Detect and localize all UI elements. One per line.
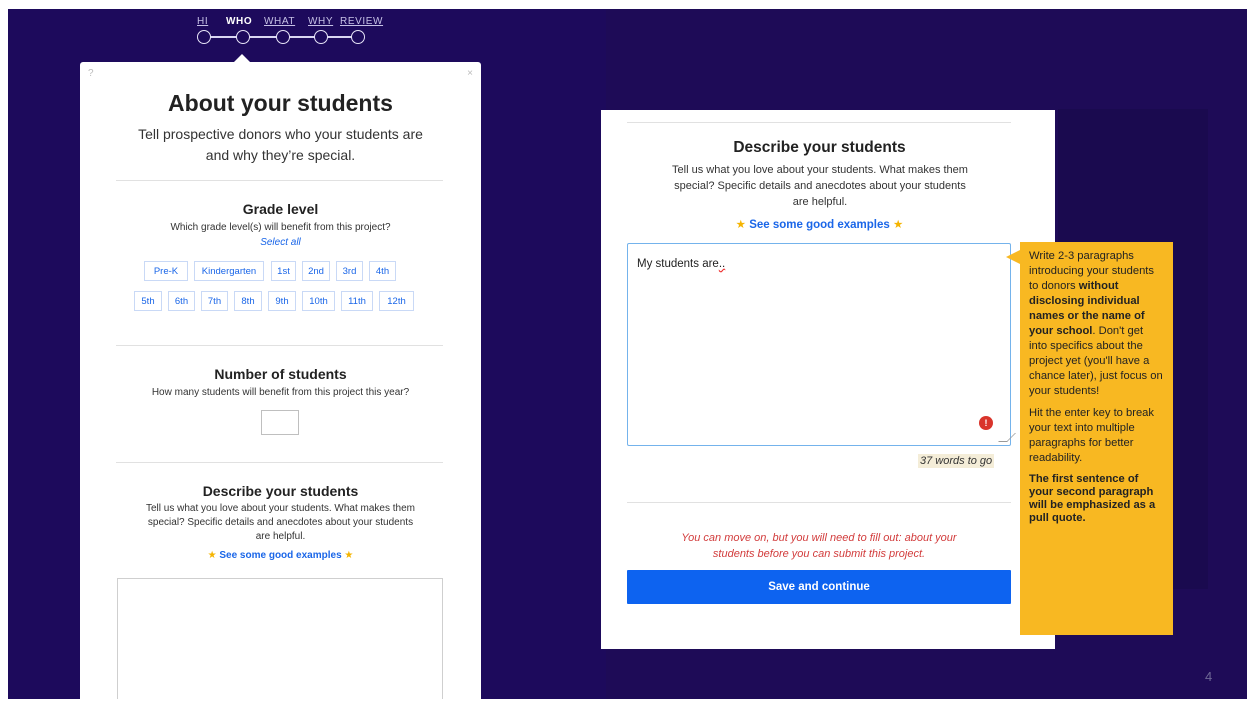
page-title: About your students	[168, 90, 393, 116]
help-line: Tell us what you love about your student…	[672, 164, 968, 176]
grade-chip-6th[interactable]: 6th	[168, 291, 195, 311]
describe-students-title: Describe your students	[733, 139, 906, 156]
help-line: Tell us what you love about your student…	[145, 503, 416, 514]
describe-students-help: Tell us what you love about your student…	[110, 502, 451, 544]
step-why[interactable]: WHY	[308, 16, 333, 27]
tip-paragraph: The first sentence of your second paragr…	[1029, 473, 1156, 524]
help-icon[interactable]: ?	[88, 68, 94, 79]
help-line: are helpful.	[255, 531, 306, 542]
grade-chip-10th[interactable]: 10th	[302, 291, 335, 311]
subtitle-line: and why they’re special.	[205, 147, 356, 163]
number-of-students-input[interactable]	[261, 410, 299, 435]
star-icon: ★	[207, 550, 217, 561]
step-dot-review[interactable]	[351, 30, 365, 44]
section-divider	[116, 180, 443, 181]
grade-chip-2nd[interactable]: 2nd	[302, 261, 330, 281]
see-examples-label[interactable]: See some good examples	[749, 219, 890, 231]
grade-chip-9th[interactable]: 9th	[268, 291, 296, 311]
step-who[interactable]: WHO	[226, 16, 252, 27]
help-line: are helpful.	[792, 196, 848, 208]
see-examples-link[interactable]: ★ See some good examples ★	[80, 550, 481, 561]
grade-chip-8th[interactable]: 8th	[234, 291, 262, 311]
grade-chip-3rd[interactable]: 3rd	[336, 261, 363, 281]
page-subtitle: Tell prospective donors who your student…	[108, 124, 453, 166]
warning-line: You can move on, but you will need to fi…	[681, 532, 957, 544]
slide-page-number: 4	[1205, 669, 1213, 684]
number-of-students-help: How many students will benefit from this…	[151, 387, 410, 398]
about-students-modal: ? × About your students Tell prospective…	[80, 62, 481, 699]
grade-chip-1st[interactable]: 1st	[271, 261, 296, 281]
help-line: special? Specific details and anecdotes …	[674, 180, 966, 192]
section-divider	[116, 345, 443, 346]
validation-warning: You can move on, but you will need to fi…	[627, 530, 1011, 562]
grade-chip-kindergarten[interactable]: Kindergarten	[194, 261, 264, 281]
see-examples-label[interactable]: See some good examples	[219, 550, 341, 561]
grade-level-help: Which grade level(s) will benefit from t…	[170, 222, 391, 233]
step-dot-what[interactable]	[276, 30, 290, 44]
step-dot-who[interactable]	[236, 30, 250, 44]
describe-students-textarea[interactable]	[117, 578, 443, 699]
warning-line: students before you can submit this proj…	[712, 548, 926, 560]
describe-students-modal: Describe your students Tell us what you …	[601, 110, 1055, 649]
step-review[interactable]: REVIEW	[340, 16, 383, 27]
tip-paragraph: Hit the enter key to break your text int…	[1029, 407, 1154, 464]
spellcheck-underline-text: ..	[718, 258, 726, 270]
grade-chip-12th[interactable]: 12th	[379, 291, 414, 311]
help-line: special? Specific details and anecdotes …	[147, 517, 414, 528]
section-divider	[627, 502, 1011, 503]
grade-chip-pre-k[interactable]: Pre-K	[144, 261, 188, 281]
describe-students-help: Tell us what you love about your student…	[621, 162, 1019, 210]
see-examples-link[interactable]: ★ See some good examples ★	[601, 217, 1038, 231]
grade-chip-4th[interactable]: 4th	[369, 261, 396, 281]
textarea-content: My students are..	[637, 258, 725, 270]
save-and-continue-button[interactable]: Save and continue	[627, 570, 1011, 604]
subtitle-line: Tell prospective donors who your student…	[138, 126, 423, 142]
error-icon: !	[979, 416, 993, 430]
word-counter: 37 words to go	[918, 454, 995, 468]
star-icon: ★	[344, 550, 354, 561]
step-hi[interactable]: HI	[197, 16, 208, 27]
writing-tips-tooltip: Write 2-3 paragraphs introducing your st…	[1020, 242, 1173, 635]
step-dot-hi[interactable]	[197, 30, 211, 44]
textarea-text: My students are	[637, 258, 719, 270]
star-icon: ★	[893, 219, 904, 231]
close-icon[interactable]: ×	[467, 68, 473, 79]
grade-chip-11th[interactable]: 11th	[341, 291, 373, 311]
progress-stepper: HI WHO WHAT WHY REVIEW	[194, 12, 394, 52]
number-of-students-title: Number of students	[214, 366, 347, 382]
step-what[interactable]: WHAT	[264, 16, 295, 27]
describe-students-title: Describe your students	[202, 483, 359, 499]
grade-chip-5th[interactable]: 5th	[134, 291, 162, 311]
resize-handle[interactable]	[998, 433, 1016, 442]
select-all-link[interactable]: Select all	[80, 237, 481, 248]
step-dot-why[interactable]	[314, 30, 328, 44]
star-icon: ★	[735, 219, 746, 231]
section-divider	[627, 122, 1011, 123]
tip-paragraph: Write 2-3 paragraphs introducing your st…	[1029, 249, 1163, 399]
grade-chip-7th[interactable]: 7th	[201, 291, 228, 311]
grade-level-title: Grade level	[242, 201, 319, 217]
describe-students-textarea[interactable]: My students are.. !	[627, 243, 1016, 446]
active-step-caret	[234, 54, 250, 62]
slide: HI WHO WHAT WHY REVIEW ? × About your st…	[8, 9, 1247, 699]
tooltip-arrow	[1006, 250, 1020, 264]
section-divider	[116, 462, 443, 463]
